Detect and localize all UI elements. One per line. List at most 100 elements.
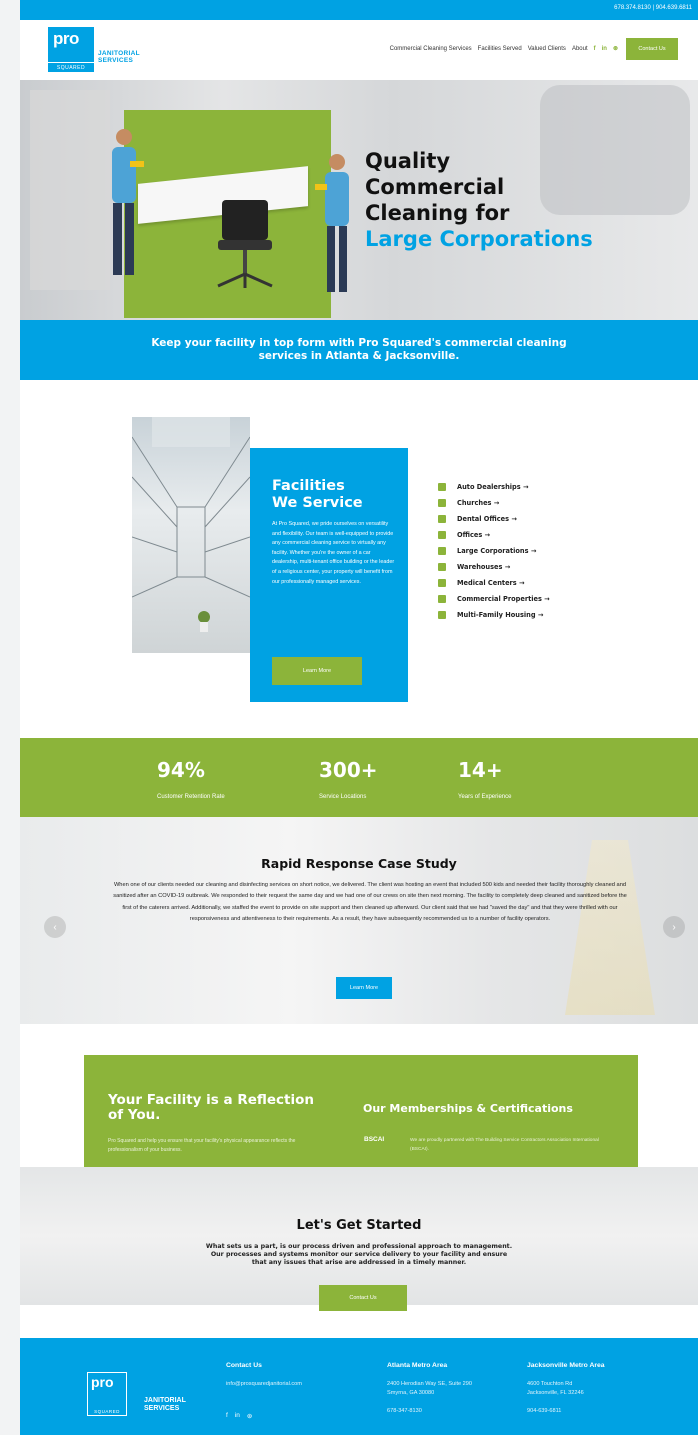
memberships-heading: Our Memberships & Certifications [363,1102,573,1115]
page: 678.374.8130 | 904.639.6811 pro SQUARED … [20,0,698,1435]
logo-janitorial: JANITORIAL [98,50,140,57]
nav-about[interactable]: About [572,46,588,52]
stat-label: Service Locations [319,794,367,800]
tooth-icon [438,515,446,523]
intro-banner-text: Keep your facility in top form with Pro … [151,337,567,362]
get-started-title: Let's Get Started [296,1218,422,1233]
stat-value: 14+ [458,758,503,782]
top-phone-numbers[interactable]: 678.374.8130 | 904.639.6811 [614,5,692,11]
footer-atlanta-address-line: Smyrna, GA 30080 [387,1390,435,1396]
footer-atlanta-address-line: 2400 Herodian Way SE, Suite 290 [387,1381,472,1387]
main-nav: Commercial Cleaning Services Facilities … [390,45,618,53]
footer-jacksonville-column: Jacksonville Metro Area 4600 Touchton Rd… [527,1362,605,1416]
footer-jacksonville-address-line: Jacksonville, FL 32246 [527,1390,584,1396]
logo-squared-text: SQUARED [48,62,94,72]
membership-text: We are proudly partnered with The Buildi… [410,1138,599,1152]
facilities-learn-more-button[interactable]: Learn More [272,657,362,685]
facility-link-label: Dental Offices → [457,515,517,523]
stat-retention: 94% Customer Retention Rate [157,758,225,800]
case-study-title: Rapid Response Case Study [261,856,457,871]
footer-jacksonville-phone[interactable]: 904-639-6811 [527,1407,605,1416]
get-started-text: What sets us a part, is our process driv… [205,1243,513,1266]
footer-logo[interactable]: pro SQUARED [87,1372,127,1416]
facility-link-warehouses[interactable]: Warehouses → [438,559,550,575]
stat-value: 300+ [319,758,378,782]
footer-logo-pro: pro [91,1374,114,1390]
facility-link-commercial-properties[interactable]: Commercial Properties → [438,591,550,607]
cleaner-man-image [112,129,144,275]
footer-jacksonville-heading: Jacksonville Metro Area [527,1362,605,1369]
footer-logo-squared: SQUARED [94,1409,120,1414]
hero-line-highlight: Large Corporations [365,227,593,251]
building-icon [438,547,446,555]
footer-logo-services: SERVICES [144,1405,180,1412]
facilities-title-line: Facilities [272,478,345,494]
case-study-text: When one of our clients needed our clean… [113,882,627,923]
footer-social-links: f in ⊛ [226,1412,252,1420]
header-contact-button[interactable]: Contact Us [626,38,678,60]
facility-link-label: Medical Centers → [457,579,525,587]
facilities-description: At Pro Squared, we pride ourselves on ve… [272,521,395,585]
cleaner-woman-image [315,154,349,292]
facility-link-label: Auto Dealerships → [457,483,529,491]
hero-line: Quality [365,149,451,173]
footer-logo-wordmark: JANITORIAL SERVICES [144,1397,186,1413]
footer-contact-heading: Contact Us [226,1362,262,1369]
top-bar: 678.374.8130 | 904.639.6811 [20,0,698,20]
footer-contact-column: Contact Us info@prosquaredjanitorial.com [226,1362,302,1389]
facility-link-label: Offices → [457,531,491,539]
stat-value: 94% [157,758,205,782]
stat-label: Years of Experience [458,794,512,800]
linkedin-icon[interactable]: in [235,1412,240,1420]
footer-atlanta-phone[interactable]: 678-347-8130 [387,1407,472,1416]
linkedin-icon[interactable]: in [602,46,607,52]
case-study-learn-more-button[interactable]: Learn More [336,977,392,999]
carousel-next-arrow[interactable]: › [663,916,685,938]
footer-jacksonville-address-line: 4600 Touchton Rd [527,1381,573,1387]
office-chair-image [217,200,273,288]
chevron-left-icon: ‹ [53,921,57,933]
facility-link-dental-offices[interactable]: Dental Offices → [438,511,550,527]
facility-link-medical-centers[interactable]: Medical Centers → [438,575,550,591]
hero-headline: Quality Commercial Cleaning for Large Co… [365,148,593,252]
intro-banner: Keep your facility in top form with Pro … [20,320,698,380]
facility-link-offices[interactable]: Offices → [438,527,550,543]
hero-bg-shape [30,90,110,290]
footer-logo-janitorial: JANITORIAL [144,1397,186,1404]
property-icon [438,595,446,603]
warehouse-icon [438,563,446,571]
facility-link-multi-family-housing[interactable]: Multi-Family Housing → [438,607,550,623]
houzz-icon[interactable]: ⊛ [247,1412,252,1420]
atrium-image [132,417,250,653]
nav-facilities-served[interactable]: Facilities Served [478,46,522,52]
membership-name: BSCAI [364,1136,385,1143]
hero-line: Commercial [365,175,505,199]
reflection-text: Pro Squared and help you ensure that you… [108,1138,296,1153]
logo-services: SERVICES [98,57,134,64]
facilities-list: Auto Dealerships → Churches → Dental Off… [438,479,550,623]
houzz-icon[interactable]: ⊛ [613,45,618,52]
facebook-icon[interactable]: f [226,1412,228,1420]
car-icon [438,483,446,491]
facebook-icon[interactable]: f [594,46,596,52]
get-started-contact-button[interactable]: Contact Us [319,1285,407,1311]
medical-icon [438,579,446,587]
church-icon [438,499,446,507]
facility-link-large-corporations[interactable]: Large Corporations → [438,543,550,559]
logo[interactable]: pro SQUARED [48,27,94,72]
facility-link-label: Churches → [457,499,500,507]
hero-line: Cleaning for [365,201,510,225]
chevron-right-icon: › [672,921,676,933]
carousel-prev-arrow[interactable]: ‹ [44,916,66,938]
facility-link-auto-dealerships[interactable]: Auto Dealerships → [438,479,550,495]
footer-email-link[interactable]: info@prosquaredjanitorial.com [226,1380,302,1389]
facility-link-label: Commercial Properties → [457,595,550,603]
stat-label: Customer Retention Rate [157,794,225,800]
nav-commercial-cleaning[interactable]: Commercial Cleaning Services [390,46,472,52]
footer-atlanta-column: Atlanta Metro Area 2400 Herodian Way SE,… [387,1362,472,1416]
facility-link-label: Warehouses → [457,563,511,571]
reflection-heading: Your Facility is a Reflection of You. [108,1092,315,1123]
facility-link-churches[interactable]: Churches → [438,495,550,511]
facility-link-label: Multi-Family Housing → [457,611,544,619]
nav-valued-clients[interactable]: Valued Clients [528,46,566,52]
